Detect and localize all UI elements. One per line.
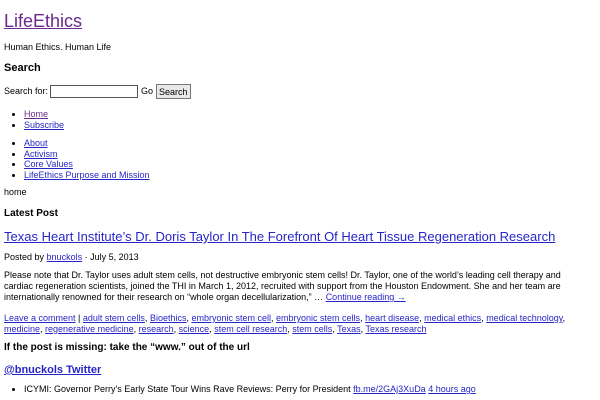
excerpt-text: Please note that Dr. Taylor uses adult s… (4, 270, 561, 302)
continue-reading-link[interactable]: Continue reading → (326, 292, 406, 302)
menu-link-activism[interactable]: Activism (24, 149, 58, 159)
menu-item-activism: Activism (24, 149, 150, 160)
tag-link[interactable]: Texas (337, 324, 361, 334)
tag-link[interactable]: medicine (4, 324, 40, 334)
tag-link[interactable]: embryonic stem cell (191, 313, 271, 323)
tags-separator: | (75, 313, 83, 323)
tag-link[interactable]: science (179, 324, 210, 334)
missing-post-note: If the post is missing: take the “www.” … (4, 342, 250, 353)
tag-link[interactable]: medical technology (486, 313, 562, 323)
post-tags: Leave a comment | adult stem cells, Bioe… (4, 313, 584, 335)
search-form: Search for: Go Search (4, 84, 191, 99)
site-title: LifeEthics (4, 10, 82, 32)
tag-link[interactable]: stem cells (292, 324, 332, 334)
menu-link-purpose[interactable]: LifeEthics Purpose and Mission (24, 170, 150, 180)
menu-link-core-values[interactable]: Core Values (24, 159, 73, 169)
tweet-time-link[interactable]: 4 hours ago (428, 384, 476, 394)
search-input[interactable] (50, 85, 139, 98)
menu-item-core-values: Core Values (24, 159, 150, 170)
menu-item-subscribe: Subscribe (24, 120, 64, 131)
post-title-link[interactable]: Texas Heart Institute’s Dr. Doris Taylor… (4, 229, 555, 244)
site-tagline: Human Ethics. Human Life (4, 42, 112, 52)
post-excerpt: Please note that Dr. Taylor uses adult s… (4, 270, 584, 303)
tweet-list: ICYMI: Governor Perry's Early State Tour… (0, 384, 476, 395)
menu-item-purpose: LifeEthics Purpose and Mission (24, 170, 150, 181)
tag-link[interactable]: adult stem cells (83, 313, 145, 323)
latest-post-heading: Latest Post (4, 208, 58, 219)
tag-link[interactable]: Texas research (365, 324, 426, 334)
secondary-menu: About Activism Core Values LifeEthics Pu… (0, 138, 150, 180)
menu-link-about[interactable]: About (24, 138, 48, 148)
search-button[interactable]: Search (156, 84, 191, 99)
tag-link[interactable]: embryonic stem cells (276, 313, 360, 323)
tag-link[interactable]: heart disease (365, 313, 419, 323)
menu-item-home: Home (24, 109, 64, 120)
tag-link[interactable]: regenerative medicine (45, 324, 134, 334)
menu-link-home[interactable]: Home (24, 109, 48, 119)
menu-link-subscribe[interactable]: Subscribe (24, 120, 64, 130)
search-label: Search for: (4, 85, 49, 96)
meta-separator: · (84, 252, 88, 262)
tag-link[interactable]: Bioethics (150, 313, 187, 323)
post-date: July 5, 2013 (90, 252, 139, 262)
tag-link[interactable]: research (139, 324, 174, 334)
tweet-text: ICYMI: Governor Perry's Early State Tour… (24, 384, 354, 394)
twitter-heading-link[interactable]: @bnuckols Twitter (4, 364, 101, 376)
tag-list: adult stem cells, Bioethics, embryonic s… (4, 313, 565, 334)
tweet-link[interactable]: fb.me/2GAj3XuDa (353, 384, 426, 394)
posted-by-label: Posted by (4, 252, 45, 262)
author-link[interactable]: bnuckols (47, 252, 83, 262)
search-heading: Search (4, 62, 41, 74)
leave-comment-link[interactable]: Leave a comment (4, 313, 76, 323)
go-label: Go (141, 85, 154, 96)
tag-link[interactable]: medical ethics (424, 313, 481, 323)
primary-menu: Home Subscribe (0, 109, 64, 130)
post-meta: Posted by bnuckols · July 5, 2013 (4, 252, 139, 263)
breadcrumb: home (4, 187, 27, 197)
twitter-heading: @bnuckols Twitter (4, 363, 101, 377)
menu-item-about: About (24, 138, 150, 149)
tag-link[interactable]: stem cell research (214, 324, 287, 334)
tag-separator: , (562, 313, 566, 323)
post-title: Texas Heart Institute’s Dr. Doris Taylor… (4, 229, 555, 245)
tweet-item: ICYMI: Governor Perry's Early State Tour… (24, 384, 476, 395)
site-title-link[interactable]: LifeEthics (4, 11, 82, 31)
